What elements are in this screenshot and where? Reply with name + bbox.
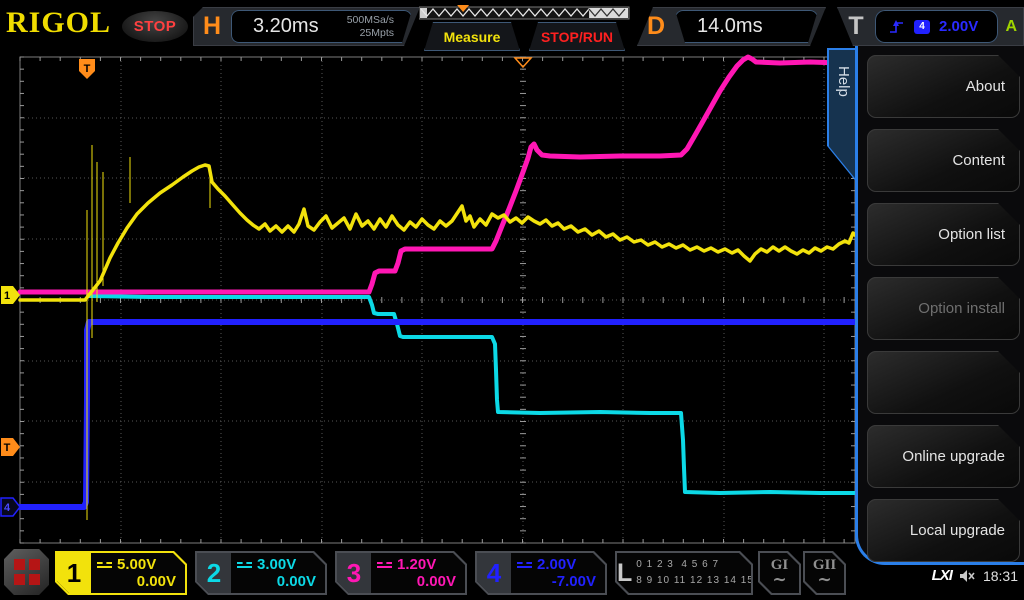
menu-button-option-install[interactable]: Option install — [867, 277, 1020, 340]
logic-channels-box[interactable]: L 0 1 2 3 4 5 6 7 8 9 10 11 12 13 14 15 — [615, 551, 753, 595]
menu-button-online-upgrade[interactable]: Online upgrade — [867, 425, 1020, 488]
logic-label: L — [617, 553, 632, 593]
logic-channel-numbers: 0 1 2 3 4 5 6 7 8 9 10 11 12 13 14 15 — [632, 553, 754, 593]
menu-button-empty[interactable] — [867, 351, 1020, 414]
channel-4-offset: -7.00V — [517, 573, 596, 590]
menu-button-local-upgrade[interactable]: Local upgrade — [867, 499, 1020, 562]
channel-3-scale: 1.20V — [397, 556, 436, 573]
svg-text:T: T — [84, 63, 91, 75]
dc-coupling-icon — [97, 562, 112, 568]
clock: 18:31 — [983, 568, 1018, 584]
channel-2-box[interactable]: 2 3.00V 0.00V — [195, 551, 327, 595]
lxi-indicator: LXI — [932, 567, 952, 584]
dc-coupling-icon — [517, 562, 532, 568]
svg-text:T: T — [4, 442, 11, 454]
svg-text:4: 4 — [4, 502, 11, 514]
channel-2-scale: 3.00V — [257, 556, 296, 573]
help-menu-panel: About Content Option list Option install… — [855, 46, 1024, 565]
channel-3-box[interactable]: 3 1.20V 0.00V — [335, 551, 467, 595]
generator-1-box[interactable]: GI ∼ — [758, 551, 801, 595]
channel-4-scale: 2.00V — [537, 556, 576, 573]
oscilloscope-screen: 1T4T RIGOL STOP H 3.20ms 500MSa/s 25Mpts… — [0, 0, 1024, 600]
generator-2-box[interactable]: GII ∼ — [803, 551, 846, 595]
sine-wave-icon: ∼ — [772, 572, 786, 589]
dc-coupling-icon — [377, 562, 392, 568]
channel-1-box[interactable]: 1 5.00V 0.00V — [55, 551, 187, 595]
channel-4-box[interactable]: 4 2.00V -7.00V — [475, 551, 607, 595]
channel-1-offset: 0.00V — [97, 573, 176, 590]
sine-wave-icon: ∼ — [817, 572, 831, 589]
menu-button-content[interactable]: Content — [867, 129, 1020, 192]
channel-3-offset: 0.00V — [377, 573, 456, 590]
channel-2-offset: 0.00V — [237, 573, 316, 590]
main-menu-icon[interactable] — [4, 549, 49, 595]
menu-button-option-list[interactable]: Option list — [867, 203, 1020, 266]
channel-1-scale: 5.00V — [117, 556, 156, 573]
dc-coupling-icon — [237, 562, 252, 568]
menu-button-about[interactable]: About — [867, 55, 1020, 118]
svg-text:1: 1 — [4, 290, 10, 302]
mute-icon — [959, 569, 976, 583]
